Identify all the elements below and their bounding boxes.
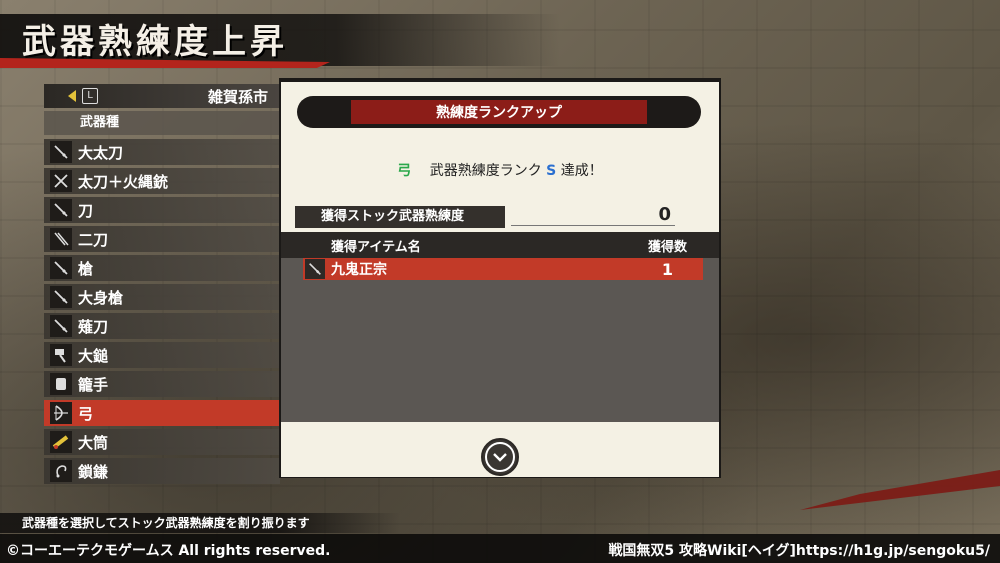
item-count: 1 xyxy=(661,259,673,279)
dual-swords-icon xyxy=(50,228,72,250)
stock-value: 0 xyxy=(658,204,671,225)
weapon-type-item[interactable]: 大太刀 xyxy=(44,139,280,165)
weapon-type-item[interactable]: 二刀 xyxy=(44,226,280,252)
spear-icon xyxy=(50,257,72,279)
table-row[interactable]: 九鬼正宗 1 xyxy=(303,258,703,280)
weapon-type-label: 二刀 xyxy=(78,230,109,249)
weapon-type-label: 籠手 xyxy=(78,375,109,394)
weapon-type-item[interactable]: 大筒 xyxy=(44,429,280,455)
great-spear-icon xyxy=(50,286,72,308)
rank-up-dialog: 熟練度ランクアップ 弓 武器熟練度ランク S 達成！ 獲得ストック武器熟練度 0… xyxy=(281,82,719,477)
character-selector[interactable]: L 雑賀孫市 xyxy=(44,84,280,108)
weapon-type-label: 大身槍 xyxy=(78,288,124,307)
weapon-type-label: 太刀＋火縄銃 xyxy=(78,172,169,191)
tachi-gun-icon xyxy=(50,170,72,192)
item-table: 獲得アイテム名 獲得数 九鬼正宗 1 xyxy=(281,232,719,422)
weapon-type-sidebar: L 雑賀孫市 武器種 大太刀太刀＋火縄銃刀二刀槍大身槍薙刀大鎚籠手弓大筒鎖鎌 xyxy=(44,84,280,487)
stock-label: 獲得ストック武器熟練度 xyxy=(295,206,505,228)
odachi-icon xyxy=(50,141,72,163)
wiki-watermark: 戦国無双5 攻略Wiki[ヘイグ]https://h1g.jp/sengoku5… xyxy=(608,543,990,559)
copyright-text: ©コーエーテクモゲームス All rights reserved. xyxy=(6,543,331,559)
gauntlet-icon xyxy=(50,373,72,395)
weapon-type-label: 大太刀 xyxy=(78,143,124,162)
item-rows: 九鬼正宗 1 xyxy=(281,258,719,280)
kusarigama-icon xyxy=(50,460,72,482)
weapon-type-item[interactable]: 籠手 xyxy=(44,371,280,397)
weapon-type-item[interactable]: 大鎚 xyxy=(44,342,280,368)
column-item-name: 獲得アイテム名 xyxy=(331,239,421,255)
stock-underline xyxy=(511,225,675,226)
achievement-text: 武器熟練度ランク xyxy=(429,163,542,179)
weapon-type-item[interactable]: 槍 xyxy=(44,255,280,281)
weapon-type-label: 槍 xyxy=(78,259,94,278)
left-arrow-icon xyxy=(68,90,76,102)
dialog-title: 熟練度ランクアップ xyxy=(436,105,562,121)
cannon-icon xyxy=(50,431,72,453)
bow-icon xyxy=(50,402,72,424)
achievement-suffix: 達成！ xyxy=(560,163,603,179)
item-name: 九鬼正宗 xyxy=(331,262,387,278)
weapon-type-list: 大太刀太刀＋火縄銃刀二刀槍大身槍薙刀大鎚籠手弓大筒鎖鎌 xyxy=(44,139,280,484)
achievement-rank: S xyxy=(546,163,557,179)
achievement-message: 弓 武器熟練度ランク S 達成！ xyxy=(281,160,719,180)
column-count: 獲得数 xyxy=(647,239,687,255)
weapon-type-label: 刀 xyxy=(78,201,94,220)
weapon-type-label: 大筒 xyxy=(78,433,109,452)
weapon-type-item[interactable]: 太刀＋火縄銃 xyxy=(44,168,280,194)
weapon-type-item[interactable]: 弓 xyxy=(44,400,280,426)
chevron-down-icon xyxy=(485,442,515,472)
screen-title: 武器熟練度上昇 xyxy=(22,22,288,62)
help-hint: 武器種を選択してストック武器熟練度を割り振ります xyxy=(0,513,400,533)
weapon-type-item[interactable]: 刀 xyxy=(44,197,280,223)
weapon-type-item[interactable]: 大身槍 xyxy=(44,284,280,310)
weapon-type-item[interactable]: 薙刀 xyxy=(44,313,280,339)
category-header: 武器種 xyxy=(44,111,280,135)
weapon-type-item[interactable]: 鎖鎌 xyxy=(44,458,280,484)
scroll-down-button[interactable] xyxy=(481,438,519,476)
weapon-type-label: 鎖鎌 xyxy=(78,462,109,481)
weapon-type-label: 大鎚 xyxy=(78,346,109,365)
character-name: 雑賀孫市 xyxy=(207,87,268,106)
weapon-type-label: 弓 xyxy=(78,404,94,423)
item-table-header: 獲得アイテム名 獲得数 xyxy=(281,232,719,258)
weapon-type-label: 薙刀 xyxy=(78,317,109,336)
sword-icon xyxy=(305,259,325,279)
dialog-header: 熟練度ランクアップ xyxy=(297,96,701,128)
naginata-icon xyxy=(50,315,72,337)
l-button-icon: L xyxy=(82,88,98,104)
achievement-weapon: 弓 xyxy=(397,163,412,179)
hammer-icon xyxy=(50,344,72,366)
katana-icon xyxy=(50,199,72,221)
